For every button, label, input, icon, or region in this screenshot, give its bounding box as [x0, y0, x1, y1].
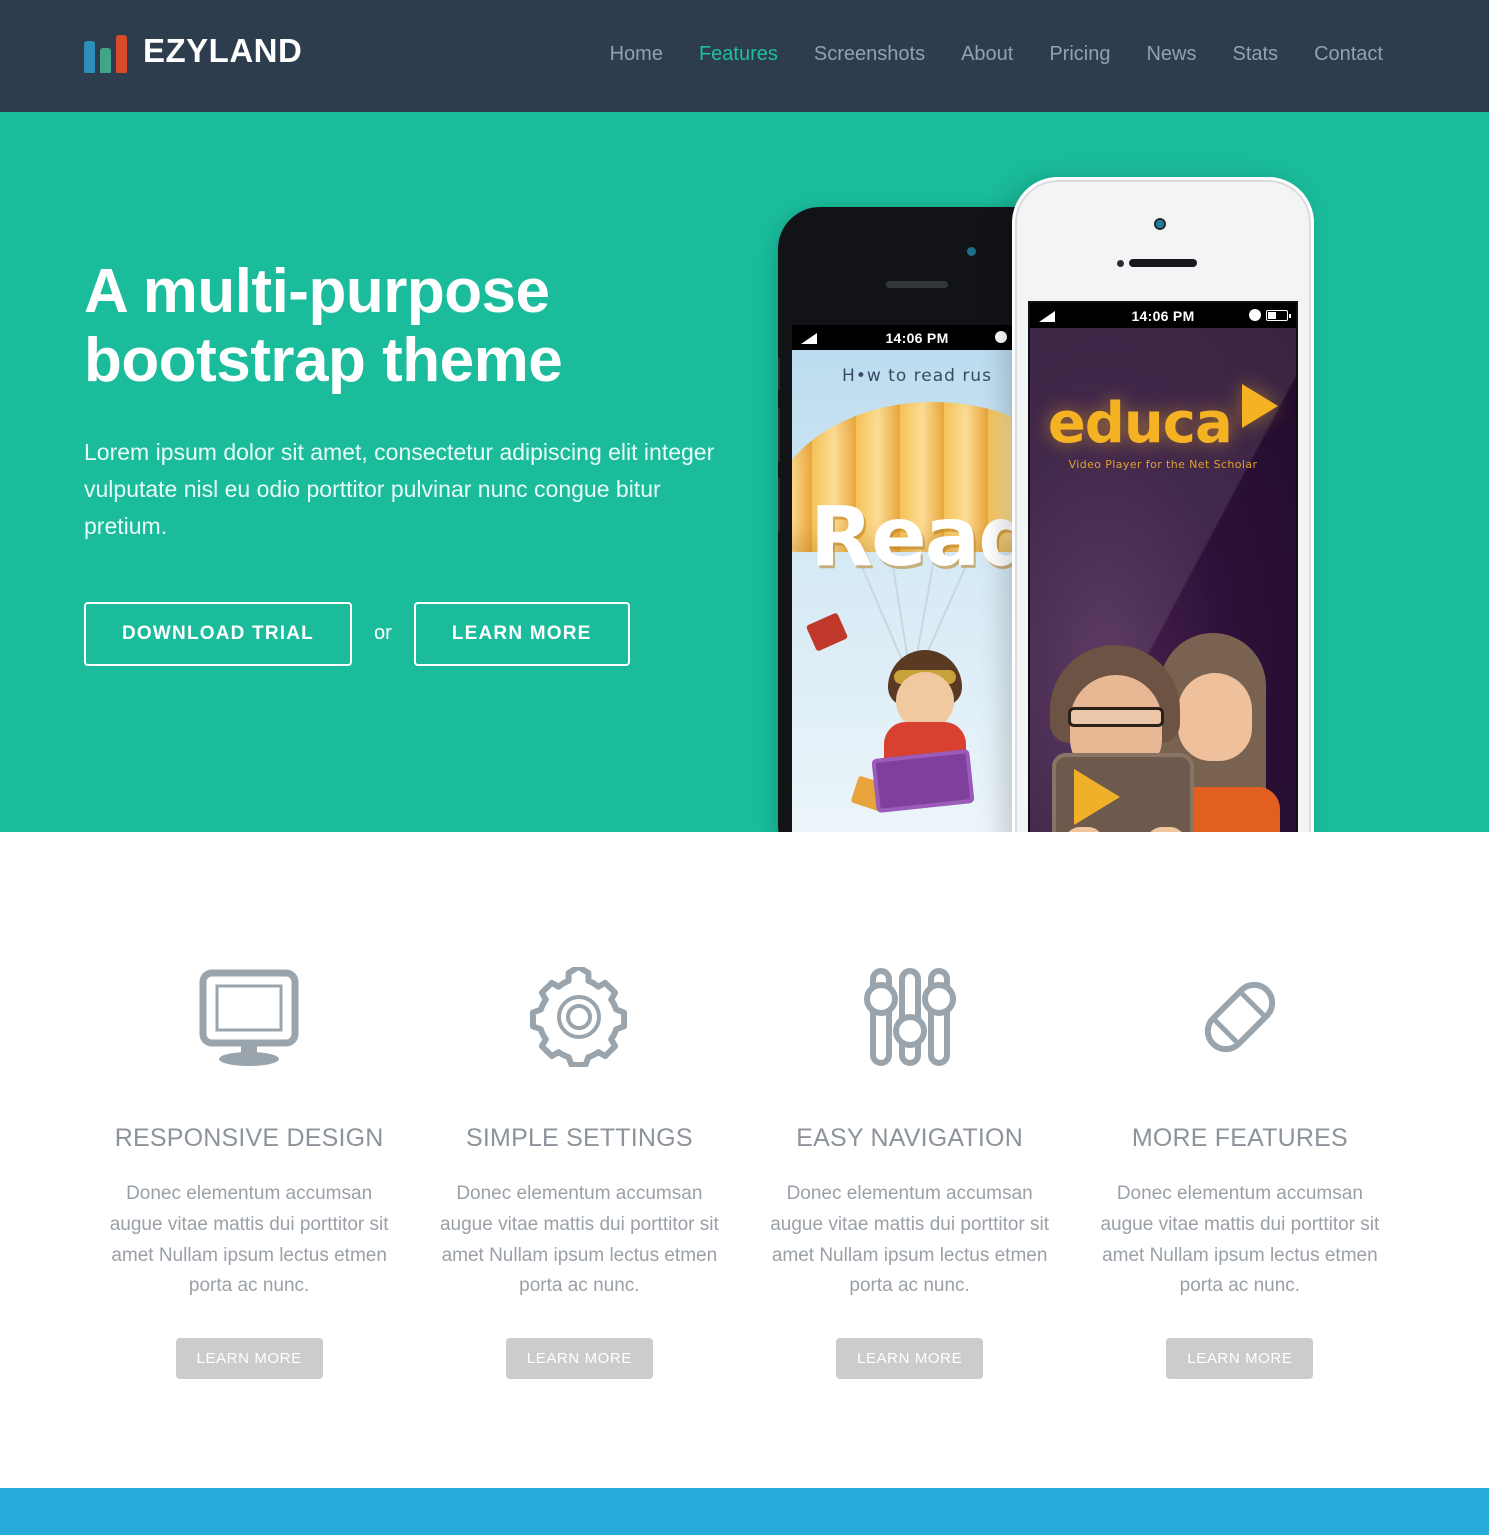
hero-section: A multi-purpose bootstrap theme Lorem ip…	[0, 112, 1489, 832]
white-phone-screen: 14:06 PM educa Video Player for the Net …	[1028, 301, 1298, 832]
read-app-title: Read	[810, 490, 1037, 585]
educa-app-artwork: educa Video Player for the Net Scholar	[1030, 328, 1296, 832]
feature-title: RESPONSIVE DESIGN	[114, 1124, 384, 1152]
feature-card-easy-navigation: EASY NAVIGATION Donec elementum accumsan…	[745, 962, 1075, 1380]
white-phone-status-bar: 14:06 PM	[1030, 303, 1296, 328]
download-trial-button[interactable]: DOWNLOAD TRIAL	[84, 601, 352, 666]
status-time: 14:06 PM	[885, 329, 949, 346]
hero-subtitle: Lorem ipsum dolor sit amet, consectetur …	[84, 438, 715, 540]
nav-item-screenshots[interactable]: Screenshots	[796, 38, 943, 70]
features-row: RESPONSIVE DESIGN Donec elementum accums…	[84, 962, 1405, 1380]
read-app-heading: H•w to read rus	[842, 366, 992, 386]
brand-name: EZYLAND	[143, 31, 303, 69]
hero-title-line-1: A multi-purpose	[84, 257, 550, 326]
nav-item-features[interactable]: Features	[681, 38, 796, 70]
front-camera-icon	[967, 247, 976, 256]
nav-item-contact[interactable]: Contact	[1296, 38, 1401, 70]
black-phone-status-bar: 14:06 PM	[792, 325, 1042, 350]
monitor-icon	[106, 962, 392, 1072]
clock-icon	[995, 331, 1007, 343]
hero-copy: A multi-purpose bootstrap theme Lorem ip…	[84, 257, 724, 666]
feature-learn-more-button[interactable]: LEARN MORE	[175, 1338, 323, 1380]
site-header: EZYLAND Home Features Screenshots About …	[0, 0, 1489, 112]
main-navigation: Home Features Screenshots About Pricing …	[592, 38, 1401, 70]
signal-icon	[1039, 311, 1055, 322]
nav-item-stats[interactable]: Stats	[1214, 38, 1296, 70]
read-app-artwork: H•w to read rus Read	[792, 350, 1042, 832]
bar-chart-logo-icon	[84, 27, 129, 73]
educa-app-title: educa	[1047, 391, 1233, 456]
status-time: 14:06 PM	[1131, 307, 1195, 324]
front-camera-icon	[1154, 218, 1166, 230]
educa-app-tagline: Video Player for the Net Scholar	[1068, 458, 1258, 471]
educa-logo: educa Video Player for the Net Scholar	[1030, 384, 1296, 471]
feature-title: MORE FEATURES	[1131, 1124, 1348, 1152]
nav-item-pricing[interactable]: Pricing	[1031, 38, 1128, 70]
nav-item-home[interactable]: Home	[592, 38, 681, 70]
black-phone-screen: 14:06 PM H•w to read rus Read	[792, 325, 1042, 832]
pencil-icon	[1097, 962, 1383, 1072]
feature-card-responsive-design: RESPONSIVE DESIGN Donec elementum accums…	[84, 962, 414, 1380]
clock-icon	[1249, 309, 1261, 321]
kid-illustration	[864, 650, 984, 820]
feature-card-simple-settings: SIMPLE SETTINGS Donec elementum accumsan…	[414, 962, 744, 1380]
phone-mockups: 14:06 PM H•w to read rus Read 14:06 PM e…	[760, 112, 1489, 832]
feature-title: EASY NAVIGATION	[796, 1124, 1023, 1152]
hero-actions: DOWNLOAD TRIAL or LEARN MORE	[84, 601, 724, 666]
nav-item-about[interactable]: About	[943, 38, 1031, 70]
learn-more-button[interactable]: LEARN MORE	[413, 601, 630, 666]
earpiece-speaker	[886, 281, 948, 288]
feature-learn-more-button[interactable]: LEARN MORE	[1166, 1338, 1314, 1380]
tablet-play-icon	[1074, 769, 1120, 825]
sliders-icon	[767, 962, 1053, 1072]
bottom-color-band	[0, 1488, 1489, 1535]
feature-title: SIMPLE SETTINGS	[466, 1124, 693, 1152]
feature-learn-more-button[interactable]: LEARN MORE	[836, 1338, 984, 1380]
feature-learn-more-button[interactable]: LEARN MORE	[505, 1338, 653, 1380]
earpiece-speaker	[1129, 259, 1197, 267]
microphone-icon	[1117, 260, 1124, 267]
feature-text: Donec elementum accumsan augue vitae mat…	[109, 1183, 389, 1297]
people-illustration	[1030, 547, 1296, 832]
battery-icon	[1266, 309, 1291, 321]
hero-title-line-2: bootstrap theme	[84, 326, 563, 396]
feature-card-more-features: MORE FEATURES Donec elementum accumsan a…	[1075, 962, 1405, 1380]
gear-icon	[436, 962, 722, 1072]
feature-text: Donec elementum accumsan augue vitae mat…	[1100, 1183, 1380, 1297]
feature-text: Donec elementum accumsan augue vitae mat…	[439, 1183, 719, 1297]
nav-item-news[interactable]: News	[1128, 38, 1214, 70]
feature-text: Donec elementum accumsan augue vitae mat…	[770, 1183, 1050, 1297]
features-section: RESPONSIVE DESIGN Donec elementum accums…	[0, 832, 1489, 1488]
hero-title: A multi-purpose bootstrap theme	[84, 257, 724, 396]
play-triangle-icon	[1242, 384, 1279, 428]
brand-logo[interactable]: EZYLAND	[84, 27, 302, 73]
white-phone-mockup: 14:06 PM educa Video Player for the Net …	[1012, 177, 1314, 832]
signal-icon	[801, 333, 817, 344]
or-separator: or	[374, 622, 392, 645]
